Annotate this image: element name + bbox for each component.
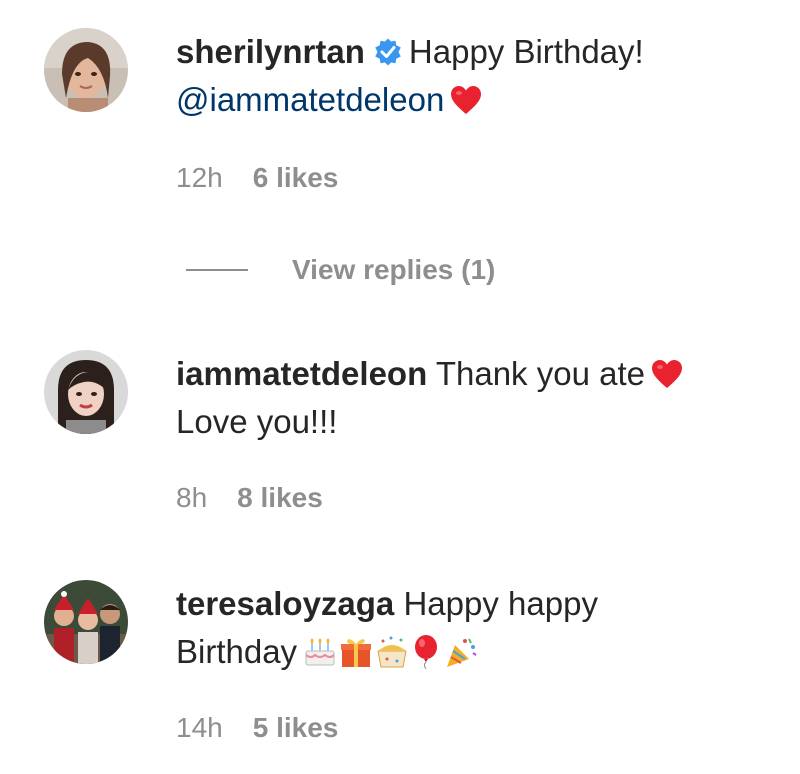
avatar-photo [44, 350, 128, 434]
red-heart-icon [451, 86, 482, 114]
username[interactable]: teresaloyzaga [176, 585, 394, 622]
view-replies-label: View replies (1) [292, 254, 496, 285]
balloon-icon [415, 635, 438, 669]
comment-meta: 8h 8 likes [176, 482, 323, 514]
comment-meta: 14h 5 likes [176, 712, 338, 744]
red-heart-icon [651, 360, 682, 388]
mention-link[interactable]: @iammatetdeleon [176, 81, 444, 118]
emoji-group [303, 634, 479, 682]
username[interactable]: sherilynrtan [176, 33, 365, 70]
comment-time: 14h [176, 712, 223, 743]
comment-time: 8h [176, 482, 208, 513]
username[interactable]: iammatetdeleon [176, 355, 427, 392]
replies-divider [186, 269, 248, 271]
comment-meta: 12h 6 likes [176, 162, 338, 194]
likes-count[interactable]: 5 likes [253, 712, 339, 743]
comment-text-line2: Birthday [176, 633, 298, 670]
comment-text: Happy happy [403, 585, 598, 622]
confetti-ball-icon [377, 636, 407, 668]
comment-text: Happy Birthday! [408, 33, 644, 70]
avatar-photo [44, 580, 128, 664]
comment-body: teresaloyzaga Happy happy Birthday [176, 580, 772, 682]
avatar[interactable] [44, 350, 128, 434]
party-popper-icon [447, 638, 477, 667]
verified-badge-icon [375, 38, 401, 66]
comment-body: sherilynrtan Happy Birthday! @iammatetde… [176, 28, 772, 124]
avatar[interactable] [44, 28, 128, 112]
comment-body: iammatetdeleon Thank you ate Love you!!! [176, 350, 772, 446]
gift-icon [341, 639, 372, 667]
comment-time: 12h [176, 162, 223, 193]
birthday-cake-icon [305, 638, 335, 666]
likes-count[interactable]: 6 likes [253, 162, 339, 193]
likes-count[interactable]: 8 likes [237, 482, 323, 513]
avatar[interactable] [44, 580, 128, 664]
comment-text-line2: Love you!!! [176, 403, 338, 440]
view-replies-button[interactable]: View replies (1) [186, 250, 495, 290]
avatar-photo [44, 28, 128, 112]
comment-text: Thank you ate [435, 355, 645, 392]
